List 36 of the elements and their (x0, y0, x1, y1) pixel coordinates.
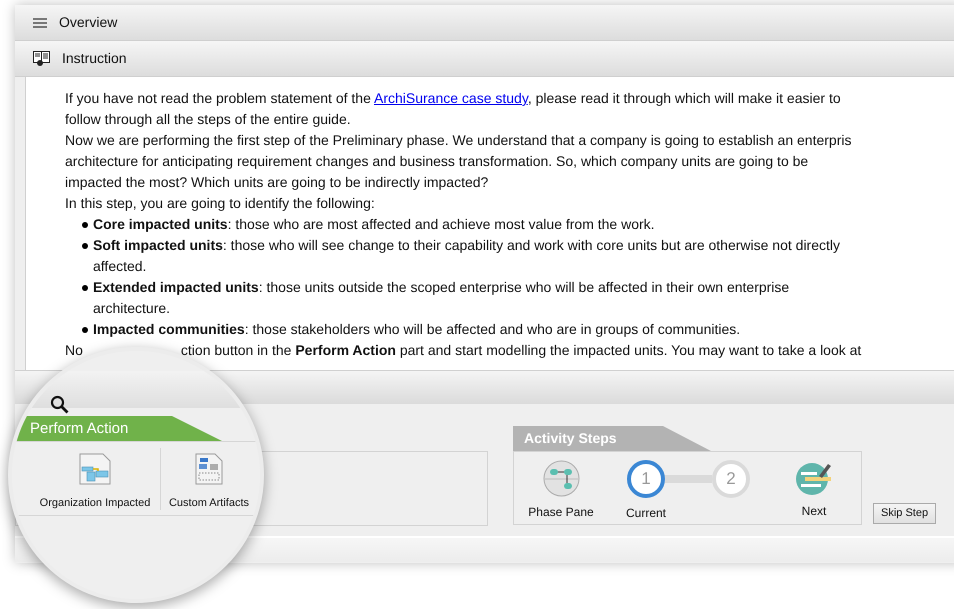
note-edit-icon[interactable] (795, 460, 833, 496)
step-connector (665, 475, 712, 483)
book-icon (33, 50, 50, 66)
instruction-text: architecture for anticipating requirement changes and business transformation. So, which company units are going to be (65, 152, 808, 171)
instruction-text: Soft impacted units: those who will see change to their capability and work with core units but are otherwise not directly (93, 236, 840, 255)
bullet-icon (82, 327, 88, 333)
instruction-text: Impacted communities: those stakeholders who will be affected and who are in groups of communities. (93, 320, 740, 339)
step-label: Phase Pane (528, 504, 594, 521)
bullet-icon (82, 222, 88, 228)
section-header[interactable]: Overview (15, 5, 954, 41)
case-study-link[interactable]: ArchiSurance case study (374, 90, 528, 106)
instruction-text: Core impacted units: those who are most affected and achieve most value from the work. (93, 215, 655, 234)
instruction-text: No (65, 341, 83, 360)
diagram-document-icon[interactable] (79, 453, 111, 485)
instruction-text: ction button in the Perform Action part and start modelling the impacted units. You may want to take a look at (180, 341, 862, 360)
action-label[interactable]: Organization Impacted (40, 495, 150, 512)
instruction-text: In this step, you are going to identify the following: (65, 194, 375, 213)
instruction-text: impacted the most? Which units are going to be indirectly impacted? (65, 173, 488, 192)
instruction-text: affected. (93, 257, 146, 276)
bullet-icon (82, 285, 88, 291)
header-title: Overview (59, 13, 118, 32)
step-label: Next (802, 503, 826, 520)
instruction-text: Extended impacted units: those units outside the scoped enterprise who will be affected in their own enterprise (93, 278, 790, 297)
menu-icon[interactable] (33, 18, 47, 28)
layout-document-icon[interactable] (195, 453, 223, 485)
instruction-text: If you have not read the problem statement of the ArchiSurance case study, please read it through which will make it easier to (65, 89, 841, 108)
skip-step-button[interactable]: Skip Step (873, 503, 936, 524)
instruction-text: Now we are performing the first step of the Preliminary phase. We understand that a company is going to establish an enterpris (65, 131, 852, 150)
section-header[interactable]: Instruction (15, 41, 954, 77)
instruction-text: follow through all the steps of the entire guide. (65, 110, 351, 129)
step-label: Current (626, 505, 666, 522)
instruction-text: architecture. (93, 299, 170, 318)
search-icon[interactable] (50, 395, 70, 415)
header-title: Instruction (62, 49, 127, 68)
action-label[interactable]: Custom Artifacts (168, 495, 250, 512)
bullet-icon (82, 243, 88, 249)
